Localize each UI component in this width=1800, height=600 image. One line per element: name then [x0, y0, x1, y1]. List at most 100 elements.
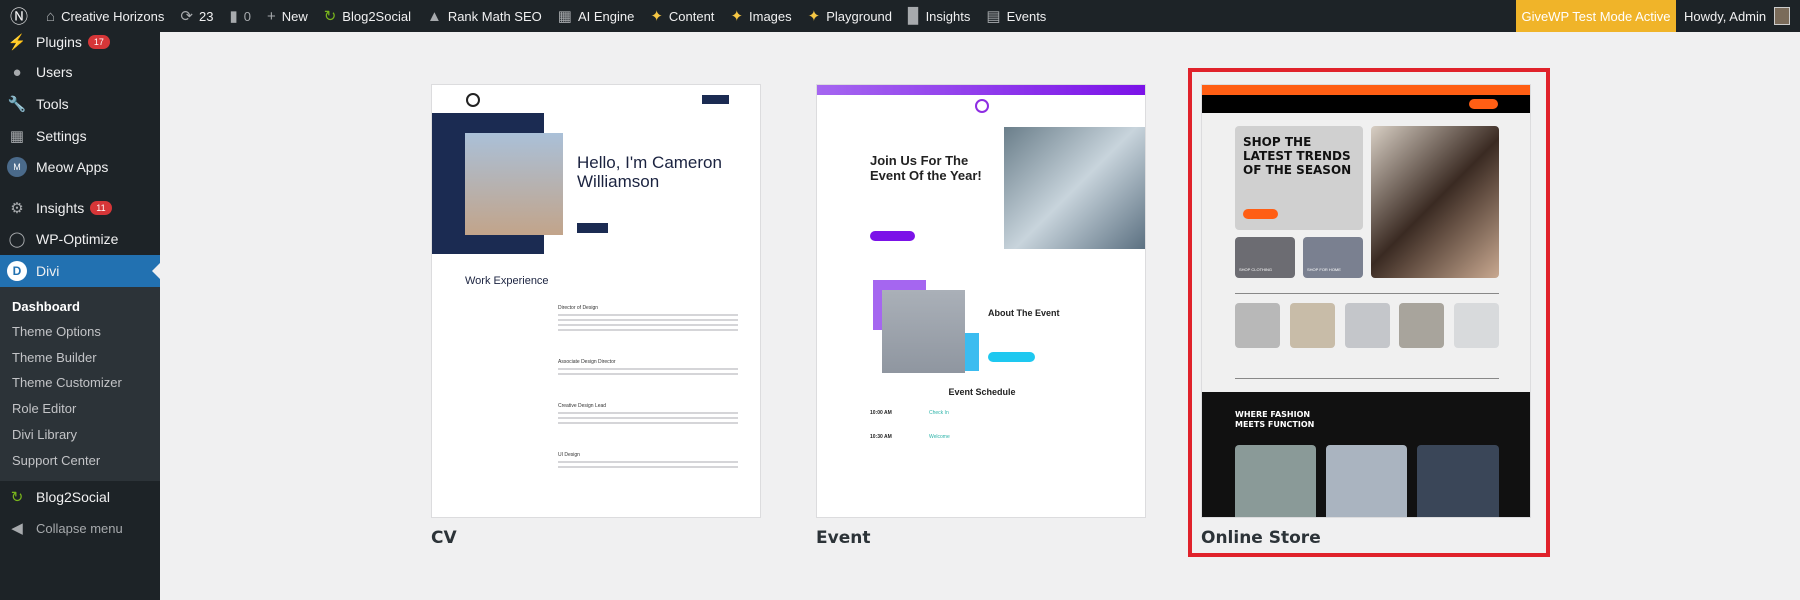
submenu-theme-options[interactable]: Theme Options	[12, 324, 101, 339]
job-title: Director of Design	[558, 305, 599, 311]
givewp-test-mode-notice[interactable]: GiveWP Test Mode Active	[1516, 0, 1676, 32]
magic-wand-icon: ✦	[730, 8, 744, 25]
product-image	[1399, 303, 1445, 348]
submenu-dashboard[interactable]: Dashboard	[12, 299, 80, 314]
content-link[interactable]: ✦ Content	[642, 0, 722, 32]
refresh-icon: ⟳	[180, 8, 193, 25]
avatar	[1774, 7, 1791, 25]
magic-wand-icon: ✦	[650, 8, 663, 25]
meow-apps-icon: M	[7, 157, 27, 177]
divi-submenu: Dashboard Theme Options Theme Builder Th…	[0, 287, 160, 481]
admin-bar: Ⓝ ⌂ Creative Horizons ⟳ 23 ▮ 0 + New ↻ Blog2S…	[0, 0, 1800, 32]
comments-link[interactable]: ▮ 0	[221, 0, 259, 32]
layout-label-online-store: Online Store	[1201, 528, 1321, 548]
logo-icon	[975, 99, 989, 113]
sidebar-item-insights[interactable]: ⚙ Insights 11	[0, 193, 160, 223]
fashion-image	[1235, 445, 1316, 517]
session-name: Welcome	[929, 434, 950, 440]
speakers-button	[988, 352, 1035, 362]
bar-chart-icon: ▉	[908, 8, 920, 25]
ticket-button	[870, 231, 915, 241]
comment-icon: ▮	[229, 8, 238, 25]
layout-card-online-store[interactable]: SHOP THE LATEST TRENDS OF THE SEASON SHO…	[1201, 84, 1531, 518]
promo-bar	[1202, 85, 1530, 95]
collapse-arrow-icon: ◀	[11, 520, 23, 537]
top-bar	[817, 85, 1145, 95]
accent-block	[965, 333, 979, 371]
sidebar-item-tools[interactable]: 🔧 Tools	[0, 89, 160, 119]
home-icon: ⌂	[46, 7, 56, 25]
wrench-icon: 🔧	[7, 96, 27, 113]
download-cv-button	[577, 223, 608, 233]
product-image	[1289, 303, 1335, 348]
product-image	[1344, 303, 1390, 348]
update-count-badge: 17	[87, 35, 110, 49]
tile-label: SHOP CLOTHING	[1239, 267, 1273, 272]
updates-link[interactable]: ⟳ 23	[172, 0, 221, 32]
account-menu[interactable]: Howdy, Admin	[1684, 0, 1791, 32]
fashion-image	[1417, 445, 1499, 517]
work-experience-heading: Work Experience	[465, 275, 549, 287]
ai-engine-icon: ▦	[557, 8, 572, 25]
divider	[1235, 293, 1499, 294]
schedule-heading: Event Schedule	[948, 387, 1016, 397]
user-icon: ●	[12, 63, 22, 81]
sidebar-item-meow-apps[interactable]: M Meow Apps	[0, 152, 160, 182]
layout-label-event: Event	[816, 528, 871, 548]
submenu-role-editor[interactable]: Role Editor	[12, 401, 76, 416]
plug-icon: ⚡	[7, 34, 27, 51]
sidebar-item-divi[interactable]: D Divi	[0, 255, 160, 287]
sidebar-item-settings[interactable]: ▦ Settings	[0, 121, 160, 151]
hero-image	[1004, 127, 1145, 249]
insights-link[interactable]: ▉ Insights	[900, 0, 978, 32]
ai-engine-link[interactable]: ▦ AI Engine	[550, 0, 643, 32]
images-link[interactable]: ✦ Images	[722, 0, 799, 32]
notification-badge: 11	[90, 201, 112, 215]
playground-link[interactable]: ✦ Playground	[800, 0, 900, 32]
insights-icon: ⚙	[10, 200, 24, 217]
submenu-theme-customizer[interactable]: Theme Customizer	[12, 375, 122, 390]
clothing-tile: SHOP CLOTHING	[1235, 237, 1295, 278]
job-title: UI Design	[558, 452, 580, 458]
admin-sidebar: ⚡ Plugins 17 ● Users 🔧 Tools ▦ Settings M Meow…	[0, 32, 160, 600]
layout-card-cv[interactable]: Hello, I'm Cameron Williamson Work Exper…	[431, 84, 761, 518]
product-image	[1454, 303, 1499, 348]
product-image	[1235, 303, 1280, 348]
blog2social-link[interactable]: ↻ Blog2Social	[316, 0, 419, 32]
submenu-support-center[interactable]: Support Center	[12, 453, 100, 468]
rank-math-icon: ▲	[426, 7, 442, 25]
product-row	[1235, 303, 1499, 348]
sidebar-item-plugins[interactable]: ⚡ Plugins 17	[0, 27, 160, 57]
calendar-icon: ▤	[986, 8, 1001, 25]
cv-heading: Hello, I'm Cameron Williamson	[577, 153, 722, 191]
logo-icon	[466, 93, 480, 107]
submenu-theme-builder[interactable]: Theme Builder	[12, 350, 97, 365]
events-link[interactable]: ▤ Events	[978, 0, 1054, 32]
collapse-menu-button[interactable]: ◀ Collapse menu	[0, 513, 160, 543]
settings-icon: ▦	[9, 128, 25, 145]
about-image	[882, 290, 965, 373]
store-heading: SHOP THE LATEST TRENDS OF THE SEASON	[1243, 135, 1352, 177]
layout-label-cv: CV	[431, 528, 457, 548]
sidebar-item-users[interactable]: ● Users	[0, 57, 160, 87]
job-list: Director of Design Associate Design Dire…	[558, 305, 738, 471]
sidebar-item-blog2social[interactable]: ↻ Blog2Social	[0, 482, 160, 512]
blog2social-icon: ↻	[323, 8, 337, 25]
job-title: Associate Design Director	[558, 359, 616, 365]
fashion-image	[1326, 445, 1407, 517]
sidebar-item-wp-optimize[interactable]: ◯ WP-Optimize	[0, 224, 160, 254]
fashion-heading: WHERE FASHION MEETS FUNCTION	[1235, 410, 1315, 429]
rank-math-link[interactable]: ▲ Rank Math SEO	[419, 0, 550, 32]
submenu-divi-library[interactable]: Divi Library	[12, 427, 77, 442]
shop-button	[1243, 209, 1278, 219]
new-content-link[interactable]: + New	[259, 0, 316, 32]
home-tile: SHOP FOR HOME	[1303, 237, 1363, 278]
wp-optimize-icon: ◯	[8, 231, 26, 248]
layout-card-event[interactable]: Join Us For The Event Of the Year! About…	[816, 84, 1146, 518]
about-heading: About The Event	[988, 308, 1060, 318]
portrait-image	[465, 133, 563, 235]
tile-label: SHOP FOR HOME	[1307, 267, 1341, 272]
blog2social-icon: ↻	[10, 489, 24, 506]
job-title: Creative Design Lead	[558, 403, 607, 409]
session-name: Check In	[929, 410, 949, 416]
